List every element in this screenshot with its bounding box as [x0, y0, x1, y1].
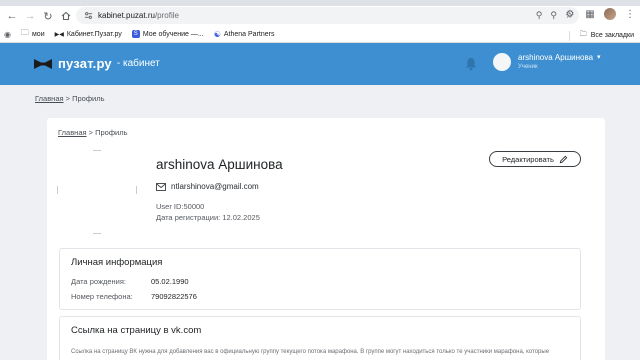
address-bar[interactable]: kabinet.puzat.ru/profile ⚲ ⚲ ☆ [76, 7, 579, 24]
profile-registration-date: Дата регистрации: 12.02.2025 [156, 213, 260, 222]
profile-user-id: User ID:50000 [156, 202, 205, 211]
breadcrumb-home-link[interactable]: Главная [35, 94, 64, 103]
bookmarks-divider [568, 30, 570, 41]
logo-text: пузат.ру [58, 56, 112, 71]
chevron-down-icon[interactable]: ▾ [597, 53, 601, 61]
sidebar-icon[interactable]: ▦ [584, 9, 596, 20]
all-bookmarks-folder-icon: 🗀 [579, 31, 587, 38]
athena-favicon: ☯ [213, 29, 221, 39]
profile-photo-placeholder[interactable] [55, 150, 139, 234]
zoom-icon[interactable]: ⚲ [550, 10, 557, 21]
card-breadcrumb: Главная > Профиль [58, 128, 128, 137]
browser-toolbar: ← → ↻ kabinet.puzat.ru/profile ⚲ ⚲ ☆ ⚙ ▦… [0, 6, 640, 26]
bookmark-moe-obuchenie[interactable]: S Мое обучение —... [131, 30, 204, 38]
vk-link-section: Ссылка на страницу в vk.com Ссылка на ст… [59, 316, 581, 360]
apps-icon[interactable]: ◉ [4, 30, 11, 39]
url-text: kabinet.puzat.ru/profile [98, 11, 179, 20]
card-breadcrumb-current: Профиль [95, 128, 128, 137]
user-role: Ученик [518, 64, 538, 70]
folder-icon: 🗀 [20, 28, 29, 37]
card-breadcrumb-home-link[interactable]: Главная [58, 128, 87, 137]
edit-profile-button[interactable]: Редактировать [489, 151, 581, 167]
logo-subtitle: - кабинет [116, 58, 160, 69]
profile-name: arshinova Аршинова [156, 157, 283, 172]
site-logo[interactable]: пузат.ру - кабинет [34, 56, 160, 71]
browser-profile-avatar[interactable] [604, 8, 616, 20]
puzat-favicon: ▶◀ [54, 31, 64, 38]
pencil-icon [559, 155, 568, 163]
profile-card: Главная > Профиль arshinova Аршинова ntl… [47, 118, 605, 360]
password-key-icon[interactable]: ⚲ [536, 10, 543, 21]
bookmark-moi[interactable]: 🗀 мои [21, 27, 45, 41]
site-info-icon[interactable] [84, 7, 93, 25]
phone-value: 79092822576 [151, 292, 197, 301]
personal-info-title: Личная информация [71, 257, 163, 268]
phone-label: Номер телефона: [71, 292, 133, 301]
reload-icon[interactable]: ↻ [39, 7, 57, 25]
breadcrumb: Главная > Профиль [35, 94, 105, 103]
birth-date-value: 05.02.1990 [151, 277, 189, 286]
s-favicon: S [131, 30, 140, 38]
profile-email: ntlarshinova@gmail.com [171, 182, 259, 191]
app-header: пузат.ру - кабинет arshinova Аршинова Уч… [0, 43, 640, 85]
birth-date-label: Дата рождения: [71, 277, 126, 286]
birth-date-row: Дата рождения: 05.02.1990 [71, 277, 189, 286]
vk-section-description: Ссылка на страницу ВК нужна для добавлен… [71, 349, 550, 355]
home-icon[interactable] [57, 7, 75, 25]
notification-bell-icon[interactable] [465, 57, 477, 71]
extensions-icon[interactable]: ⚙ [564, 9, 576, 20]
all-bookmarks-link[interactable]: Все закладки [591, 32, 634, 39]
card-breadcrumb-separator: > [86, 128, 96, 137]
personal-info-section: Личная информация Дата рождения: 05.02.1… [59, 248, 581, 310]
user-avatar[interactable] [493, 53, 511, 71]
bookmark-kabinet[interactable]: ▶◀ Кабинет.Пузат.ру [55, 31, 122, 38]
profile-email-row: ntlarshinova@gmail.com [156, 182, 259, 191]
user-name[interactable]: arshinova Аршинова [518, 53, 593, 62]
bookmarks-bar: ◉ 🗀 мои ▶◀ Кабинет.Пузат.ру S Мое обучение … [0, 26, 640, 43]
phone-row: Номер телефона: 79092822576 [71, 292, 197, 301]
breadcrumb-separator: > [63, 94, 73, 103]
menu-dots-icon[interactable]: ⋮ [624, 9, 636, 20]
edit-button-label: Редактировать [502, 154, 554, 164]
breadcrumb-current: Профиль [72, 94, 105, 103]
bookmark-athena[interactable]: ☯ Athena Partners [214, 30, 275, 39]
bowtie-logo-icon [34, 58, 52, 69]
vk-section-title: Ссылка на страницу в vk.com [71, 325, 202, 336]
envelope-icon [156, 182, 166, 191]
back-icon[interactable]: ← [3, 7, 21, 25]
forward-icon[interactable]: → [21, 7, 39, 25]
